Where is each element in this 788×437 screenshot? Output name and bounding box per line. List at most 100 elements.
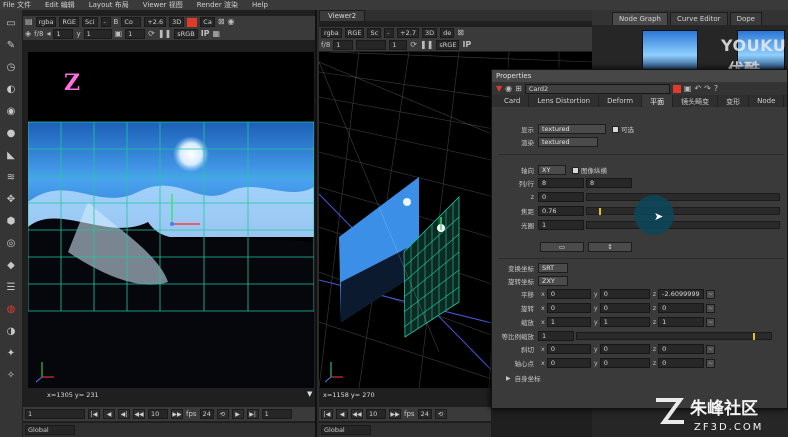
menu-help[interactable]: Help [252,1,268,9]
color-wheel-icon[interactable]: ◐ [4,82,18,96]
align-button[interactable]: ↕ [588,242,632,252]
node-tile-color[interactable] [672,84,681,93]
paint-brush-icon[interactable]: ✎ [4,38,18,52]
pivot-y-field[interactable]: 0 [599,358,650,368]
viewer-settings-icon[interactable]: ▤ [25,17,33,27]
tab-deform[interactable]: Deform [599,95,643,107]
local-matrix-row[interactable]: ▶ 自身坐标 [506,372,541,384]
viewer2-pause-icon[interactable]: ❚❚ [420,40,433,50]
rotate-z-field[interactable]: 0 [658,303,705,313]
viewer1-fstop[interactable]: f/8 [34,30,43,38]
node-lock-icon[interactable]: ⊞ [515,84,522,94]
viewer1-lock-icon[interactable]: ⊠ [218,17,225,27]
viewer1-aperture-icon[interactable]: ◈ [25,29,31,39]
pivot-z-field[interactable]: 0 [658,358,705,368]
3d-icon[interactable]: ⬢ [4,214,18,228]
node-redo-icon[interactable]: ↷ [704,84,711,94]
image-aspect-checkbox[interactable] [572,166,579,174]
rotate-y-field[interactable]: 0 [599,303,650,313]
clock-icon[interactable]: ◷ [4,60,18,74]
skew-x-field[interactable]: 0 [546,344,591,354]
viewer2-loop-icon[interactable]: ⟲ [434,409,447,419]
viewer2-gain-field[interactable]: +2.7 [397,28,419,38]
rotate-order-dropdown[interactable]: ZXY [538,276,568,286]
channel-icon[interactable]: ◉ [4,104,18,118]
folder-icon[interactable]: ▭ [4,16,18,30]
scale-x-field[interactable]: 1 [546,317,591,327]
node-thumbnail-1[interactable] [642,30,698,72]
translate-y-field[interactable]: 0 [599,289,650,299]
viewer1-refresh-icon[interactable]: ⟳ [148,29,155,39]
rotate-animation-icon[interactable]: ~ [706,303,716,313]
tab-card[interactable]: Card [496,95,530,107]
tab-lens-distortion[interactable]: Lens Distortion [529,95,600,107]
particle-icon[interactable]: ◍ [4,302,18,316]
viewer2-mode-dropdown[interactable]: 3D [421,28,438,38]
viewer1-rgb-dropdown[interactable]: RGE [59,17,80,27]
tab-dope-sheet[interactable]: Dope [729,12,762,25]
orientation-dropdown[interactable]: XY [538,165,566,175]
viewer1-step-field[interactable]: 10 [148,409,168,419]
node-help-icon[interactable]: ? [714,84,718,94]
menu-file[interactable]: File 文件 [3,0,31,10]
viewer2-first-frame-icon[interactable]: |◀ [321,409,333,419]
scale-y-field[interactable]: 1 [599,317,650,327]
viewer2-channels-dropdown[interactable]: rgba [321,28,342,38]
selectable-checkbox[interactable] [612,125,619,133]
viewer1-channels-dropdown[interactable]: rgba [35,17,57,27]
viewer1-eye-icon[interactable]: ◉ [228,17,235,27]
menu-viewer[interactable]: Viewer 视图 [143,0,183,10]
viewer1-canvas[interactable]: Z [28,52,314,388]
viewer1-b-dropdown[interactable]: Co [121,17,142,27]
viewer2-fps-field[interactable]: 24 [417,409,432,419]
first-frame-icon[interactable]: |◀ [88,409,100,419]
metadata-icon[interactable]: ◆ [4,258,18,272]
toolsets-icon[interactable]: ☰ [4,280,18,294]
uniform-scale-slider[interactable] [576,332,772,340]
viewer1-mode-dropdown[interactable]: 3D [169,17,185,27]
last-frame-icon[interactable]: ▶| [246,409,259,419]
viewer1-y-field[interactable]: 1 [83,29,112,39]
skew-animation-icon[interactable]: ~ [706,344,716,354]
fast-forward-icon[interactable]: ▶▶ [171,409,183,419]
viewer2-zoom-field[interactable]: 1 [389,40,408,50]
settings-icon[interactable]: ✧ [4,368,18,382]
z-field[interactable]: 0 [538,192,584,202]
viewer1-frame-input[interactable]: 1 [25,409,85,419]
viewer1-expand-icon[interactable]: ▼ [307,390,312,398]
skew-z-field[interactable]: 0 [658,344,705,354]
menu-layout[interactable]: Layout 布局 [89,0,129,10]
play-back-icon[interactable]: ◀ [103,409,115,419]
viewer2-rewind-icon[interactable]: ◀◀ [351,409,363,419]
step-back-icon[interactable]: ◀| [118,409,130,419]
viewer1-pause-icon[interactable]: ❚❚ [158,29,171,39]
viewer1-color-swatch[interactable] [187,17,198,27]
viewer1-global-dropdown[interactable]: Global [25,425,75,435]
node-name-field[interactable]: Card2 [524,83,670,94]
viewer2-sc-dropdown[interactable]: Sc [367,28,382,38]
viewer1-frame-field[interactable]: 1 [53,29,74,39]
pivot-x-field[interactable]: 0 [546,358,591,368]
tab-plane-cn[interactable]: 平面 [642,95,674,107]
uniform-scale-field[interactable]: 1 [538,331,574,341]
tab-deform-cn[interactable]: 变形 [718,95,750,107]
viewer2-a-dropdown[interactable]: - [384,28,395,38]
tab-viewer2[interactable]: Viewer2 [319,10,366,21]
expand-triangle-icon[interactable]: ▶ [506,375,511,382]
node-color-icon[interactable]: ▼ [496,84,502,94]
viewer2-frame-field[interactable]: 1 [333,40,354,50]
play-forward-icon[interactable]: ▶ [231,409,244,419]
node-float-icon[interactable]: ▣ [684,84,692,94]
viewer2-global-dropdown[interactable]: Global [321,425,371,435]
viewer1-ca-dropdown[interactable]: Ca [200,17,215,27]
plugin-icon[interactable]: ✦ [4,346,18,360]
viewer2-lock-icon[interactable]: ⊠ [457,28,464,38]
viewer1-ip-button[interactable]: IP [201,29,210,39]
transform-order-dropdown[interactable]: SRT [538,263,568,273]
render-dropdown[interactable]: textured [538,137,598,147]
viewer2-ca-dropdown[interactable]: de [440,28,455,38]
tab-node[interactable]: Node [749,95,785,107]
viewer2-rgb-dropdown[interactable]: RGE [344,28,365,38]
scale-animation-icon[interactable]: ~ [706,317,716,327]
transform-icon[interactable]: ✥ [4,192,18,206]
